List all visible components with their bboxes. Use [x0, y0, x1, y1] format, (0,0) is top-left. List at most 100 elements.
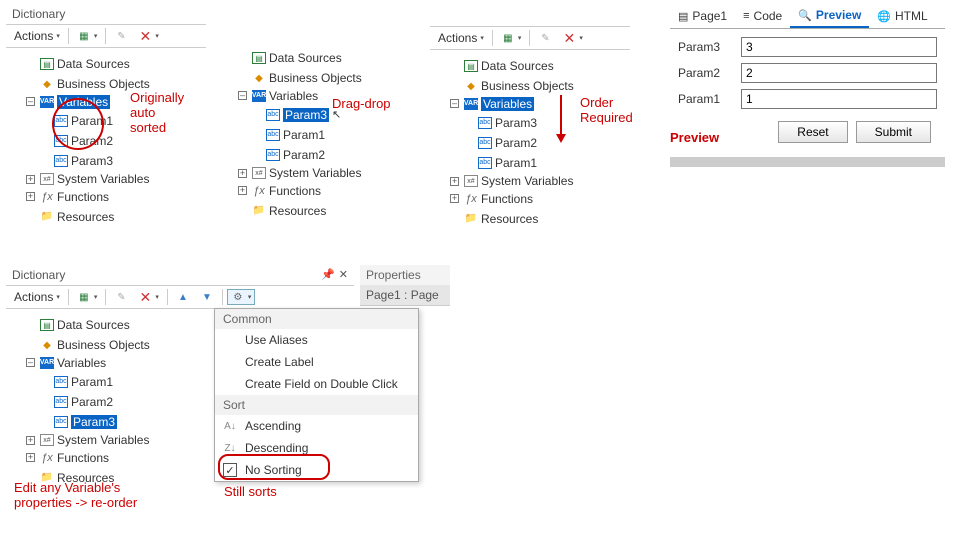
string-var-icon: abc [54, 376, 68, 388]
actions-button[interactable]: Actions▾ [10, 27, 64, 45]
new-item-button[interactable]: ▦▾ [73, 28, 102, 44]
expand-icon[interactable]: + [450, 177, 459, 186]
delete-button[interactable]: ✕▾ [134, 28, 163, 44]
tree-data-sources[interactable]: Data Sources [269, 51, 342, 65]
toolbar-extended: Actions▾ ▦▾ ✎ ✕▾ ▲ ▼ ⚙▾ [6, 285, 354, 309]
move-down-button[interactable]: ▼ [196, 289, 218, 305]
tree-resources[interactable]: Resources [57, 210, 114, 224]
tree-functions[interactable]: Functions [57, 451, 109, 465]
actions-button[interactable]: Actions▾ [434, 29, 488, 47]
tree-functions[interactable]: Functions [481, 192, 533, 206]
param1-input[interactable] [741, 89, 937, 109]
edit-button[interactable]: ✎ [110, 289, 132, 305]
tree-business-objects[interactable]: Business Objects [57, 77, 150, 91]
tree-param3[interactable]: Param3 [71, 154, 113, 168]
html-icon: 🌐 [877, 10, 891, 23]
datasource-icon: ▤ [464, 60, 478, 72]
expand-icon[interactable]: + [26, 175, 35, 184]
annotation-originally-sorted: Originally auto sorted [130, 90, 184, 135]
properties-target: Page1 : Page [360, 285, 450, 305]
tree-resources[interactable]: Resources [481, 212, 538, 226]
delete-button[interactable]: ✕▾ [558, 30, 587, 46]
string-var-icon: abc [266, 149, 280, 161]
dictionary-tree[interactable]: ▤Data Sources ◆Business Objects –VARVari… [6, 48, 206, 229]
menu-use-aliases[interactable]: Use Aliases [215, 329, 418, 351]
param3-input[interactable] [741, 37, 937, 57]
business-objects-icon: ◆ [40, 339, 54, 351]
tree-param3[interactable]: Param3 [283, 108, 329, 122]
datasource-icon: ▤ [40, 319, 54, 331]
pencil-icon: ✎ [114, 291, 128, 303]
tree-business-objects[interactable]: Business Objects [481, 79, 574, 93]
new-item-button[interactable]: ▦▾ [73, 289, 102, 305]
tree-param2[interactable]: Param2 [495, 136, 537, 150]
tree-param2[interactable]: Param2 [283, 148, 325, 162]
functions-icon: ƒx [252, 185, 266, 197]
reset-button[interactable]: Reset [778, 121, 847, 143]
tree-system-variables[interactable]: System Variables [57, 172, 149, 186]
move-up-button[interactable]: ▲ [172, 289, 194, 305]
expand-icon[interactable]: – [26, 97, 35, 106]
tree-variables[interactable]: Variables [481, 97, 534, 111]
dictionary-tree-3[interactable]: ▤Data Sources ◆Business Objects –VARVari… [430, 50, 630, 231]
tree-functions[interactable]: Functions [269, 184, 321, 198]
pencil-icon: ✎ [538, 32, 552, 44]
tree-functions[interactable]: Functions [57, 190, 109, 204]
tab-code[interactable]: ≡Code [735, 5, 790, 27]
tree-param3[interactable]: Param3 [495, 116, 537, 130]
expand-icon[interactable]: + [26, 436, 35, 445]
expand-icon[interactable]: + [238, 169, 247, 178]
properties-title: Properties [360, 265, 450, 285]
expand-icon[interactable]: – [238, 91, 247, 100]
tree-data-sources[interactable]: Data Sources [57, 57, 130, 71]
menu-create-label[interactable]: Create Label [215, 351, 418, 373]
new-item-button[interactable]: ▦▾ [497, 30, 526, 46]
expand-icon[interactable]: + [26, 453, 35, 462]
tree-data-sources[interactable]: Data Sources [481, 59, 554, 73]
expand-icon[interactable]: – [26, 358, 35, 367]
tree-variables[interactable]: Variables [269, 89, 318, 103]
param3-label: Param3 [678, 40, 733, 54]
tree-business-objects[interactable]: Business Objects [57, 338, 150, 352]
expand-icon[interactable]: + [238, 186, 247, 195]
menu-create-field[interactable]: Create Field on Double Click [215, 373, 418, 395]
new-icon: ▦ [77, 30, 91, 42]
submit-button[interactable]: Submit [856, 121, 931, 143]
tree-data-sources[interactable]: Data Sources [57, 318, 130, 332]
tree-param1[interactable]: Param1 [71, 375, 113, 389]
pin-icon[interactable]: 📌 [321, 268, 335, 281]
annotation-circle [52, 98, 104, 150]
edit-button[interactable]: ✎ [110, 28, 132, 44]
tree-param2[interactable]: Param2 [71, 395, 113, 409]
dictionary-tree-2[interactable]: ▤Data Sources ◆Business Objects –VARVari… [218, 42, 418, 223]
resources-icon: 📁 [464, 213, 478, 225]
tree-param3[interactable]: Param3 [71, 415, 117, 429]
tree-variables[interactable]: Variables [57, 356, 106, 370]
tree-param1[interactable]: Param1 [283, 128, 325, 142]
expand-icon[interactable]: + [450, 194, 459, 203]
param2-input[interactable] [741, 63, 937, 83]
datasource-icon: ▤ [252, 52, 266, 64]
tab-page1[interactable]: ▤Page1 [670, 5, 735, 27]
tree-param1[interactable]: Param1 [495, 156, 537, 170]
menu-sort-ascending[interactable]: A↓Ascending [215, 415, 418, 437]
tab-preview[interactable]: 🔍Preview [790, 4, 869, 28]
variables-icon: VAR [40, 96, 54, 108]
tree-business-objects[interactable]: Business Objects [269, 71, 362, 85]
edit-button[interactable]: ✎ [534, 30, 556, 46]
tree-system-variables[interactable]: System Variables [57, 433, 149, 447]
tab-html[interactable]: 🌐HTML [869, 5, 935, 27]
tree-system-variables[interactable]: System Variables [269, 166, 361, 180]
string-var-icon: abc [266, 109, 280, 121]
close-icon[interactable]: ✕ [339, 268, 348, 281]
tree-system-variables[interactable]: System Variables [481, 174, 573, 188]
preview-icon: 🔍 [798, 9, 812, 22]
actions-button[interactable]: Actions▾ [10, 288, 64, 306]
settings-button[interactable]: ⚙▾ [227, 289, 256, 305]
expand-icon[interactable]: – [450, 99, 459, 108]
expand-icon[interactable]: + [26, 192, 35, 201]
delete-button[interactable]: ✕▾ [134, 289, 163, 305]
view-tabs: ▤Page1 ≡Code 🔍Preview 🌐HTML [670, 4, 945, 29]
string-var-icon: abc [478, 157, 492, 169]
tree-resources[interactable]: Resources [269, 204, 326, 218]
